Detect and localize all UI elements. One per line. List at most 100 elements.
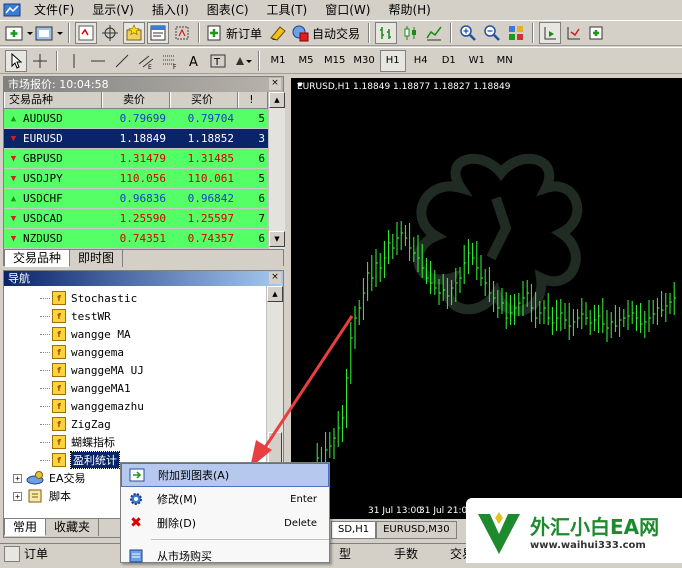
table-row[interactable]: ▼ GBPUSD 1.31479 1.31485 6 [4,149,268,169]
indicators-button[interactable] [587,22,609,44]
table-row[interactable]: ▼ USDCAD 1.25590 1.25597 7 [4,209,268,229]
menu-chart[interactable]: 图表(C) [198,0,258,20]
terminal-toggle[interactable] [147,22,169,44]
scroll-down-icon[interactable]: ▼ [269,231,285,247]
line-chart-button[interactable] [423,22,445,44]
menu-attach-label: 附加到图表(A) [158,469,230,482]
period-m1[interactable]: M1 [265,50,291,72]
indicator-icon: f [52,453,66,467]
tree-item-indicator[interactable]: f wanggeMA UJ [4,361,266,379]
period-h1[interactable]: H1 [379,49,406,72]
tab-common[interactable]: 常用 [4,519,47,536]
scroll-up-icon[interactable]: ▲ [269,92,285,108]
text-button[interactable]: A [183,50,205,72]
indicator-label: Stochastic [71,291,138,305]
menu-file[interactable]: 文件(F) [25,0,83,20]
fibonacci-button[interactable]: F [159,50,181,72]
arrows-button[interactable] [231,50,253,72]
tree-item-indicator[interactable]: f wanggeMA1 [4,379,266,397]
col-lots[interactable]: 手数 [394,545,442,562]
tree-item-indicator[interactable]: f wangge MA [4,325,266,343]
indicator-label: wanggemazhu [71,399,144,413]
autoscroll-button[interactable] [563,22,585,44]
table-row[interactable]: ▲ AUDUSD 0.79699 0.79704 5 [4,109,268,129]
tree-item-indicator[interactable]: f wanggemazhu [4,397,266,415]
close-icon[interactable]: × [269,272,281,284]
period-h4[interactable]: H4 [408,50,434,72]
table-row[interactable]: ▲ USDCHF 0.96836 0.96842 6 [4,189,268,209]
cell-bid: 0.96836 [119,192,166,205]
tab-favorites[interactable]: 收藏夹 [46,519,100,536]
cell-ask: 1.25597 [187,212,234,225]
tree-item-indicator[interactable]: f 蝴蝶指标 [4,433,266,451]
menu-modify-label: 修改(M) [157,493,198,506]
menu-buy-from-market[interactable]: 从市场购买 [121,544,329,568]
tree-item-indicator[interactable]: f wanggema [4,343,266,361]
col-symbol[interactable]: 交易品种 [4,92,102,108]
indicator-label: 盈利统计 [70,451,120,469]
equidistant-channel-button[interactable]: E [135,50,157,72]
menu-modify[interactable]: 修改(M) Enter [121,487,329,511]
period-m15[interactable]: M15 [321,50,348,72]
period-mn[interactable]: MN [492,50,518,72]
menu-window[interactable]: 窗口(W) [316,0,379,20]
chart-tab-eurusd-m30[interactable]: EURUSD,M30 [376,521,457,539]
new-chart-button[interactable] [5,22,33,44]
market-watch-scrollbar[interactable]: ▲ ▼ [268,92,285,249]
navigator-toggle[interactable] [123,22,145,44]
period-m30[interactable]: M30 [350,50,377,72]
expand-icon[interactable]: + [13,473,22,483]
tester-button[interactable] [171,22,193,44]
tile-windows-button[interactable] [505,22,527,44]
chart-shift-button[interactable] [539,22,562,44]
menu-attach-to-chart[interactable]: 附加到图表(A) [121,463,329,487]
app-logo-icon [3,3,21,17]
tree-item-indicator[interactable]: f ZigZag [4,415,266,433]
crosshair-button[interactable] [29,50,51,72]
vertical-line-button[interactable] [63,50,85,72]
tree-item-indicator[interactable]: f Stochastic [4,289,266,307]
terminal-close-icon[interactable] [4,545,20,562]
expand-icon[interactable]: + [13,491,22,501]
table-row[interactable]: ▼ USDJPY 110.056 110.061 5 [4,169,268,189]
metaeditor-button[interactable] [267,22,289,44]
menu-tools[interactable]: 工具(T) [258,0,317,20]
profiles-button[interactable] [35,22,63,44]
scroll-up-icon[interactable]: ▲ [267,286,283,302]
indicator-label: testWR [71,309,111,323]
col-spread[interactable]: ! [238,92,268,108]
table-row[interactable]: ▼ EURUSD 1.18849 1.18852 3 [4,129,268,149]
period-d1[interactable]: D1 [436,50,462,72]
data-window-button[interactable] [99,22,121,44]
trendline-button[interactable] [111,50,133,72]
menu-view[interactable]: 显示(V) [83,0,143,20]
tree-item-indicator[interactable]: f testWR [4,307,266,325]
chart-tab-eurusd-h1[interactable]: SD,H1 [331,521,377,539]
col-bid[interactable]: 卖价 [102,92,170,108]
menu-delete[interactable]: ✖ 删除(D) Delete [121,511,329,535]
new-order-button[interactable]: 新订单 [205,22,265,44]
col-type[interactable]: 型 [339,545,379,562]
close-icon[interactable]: × [269,78,281,90]
symbol-name: USDJPY [23,172,63,185]
bar-chart-button[interactable] [375,22,398,44]
cell-ask: 0.96842 [187,192,234,205]
zoom-in-button[interactable] [457,22,479,44]
symbol-name: EURUSD [23,132,63,145]
text-label-button[interactable]: T [207,50,229,72]
tab-tick-chart[interactable]: 即时图 [70,250,124,267]
period-w1[interactable]: W1 [464,50,490,72]
market-watch-toggle[interactable] [75,22,97,44]
zoom-out-button[interactable] [481,22,503,44]
tab-symbols[interactable]: 交易品种 [4,250,71,267]
period-m5[interactable]: M5 [293,50,319,72]
auto-trading-button[interactable]: 自动交易 [291,22,363,44]
menu-insert[interactable]: 插入(I) [143,0,198,20]
menu-help[interactable]: 帮助(H) [379,0,439,20]
horizontal-line-button[interactable] [87,50,109,72]
col-order[interactable]: 订单 [24,545,94,562]
col-ask[interactable]: 买价 [170,92,238,108]
candle-chart-button[interactable] [399,22,421,44]
table-row[interactable]: ▼ NZDUSD 0.74351 0.74357 6 [4,229,268,249]
cursor-button[interactable] [5,49,27,72]
